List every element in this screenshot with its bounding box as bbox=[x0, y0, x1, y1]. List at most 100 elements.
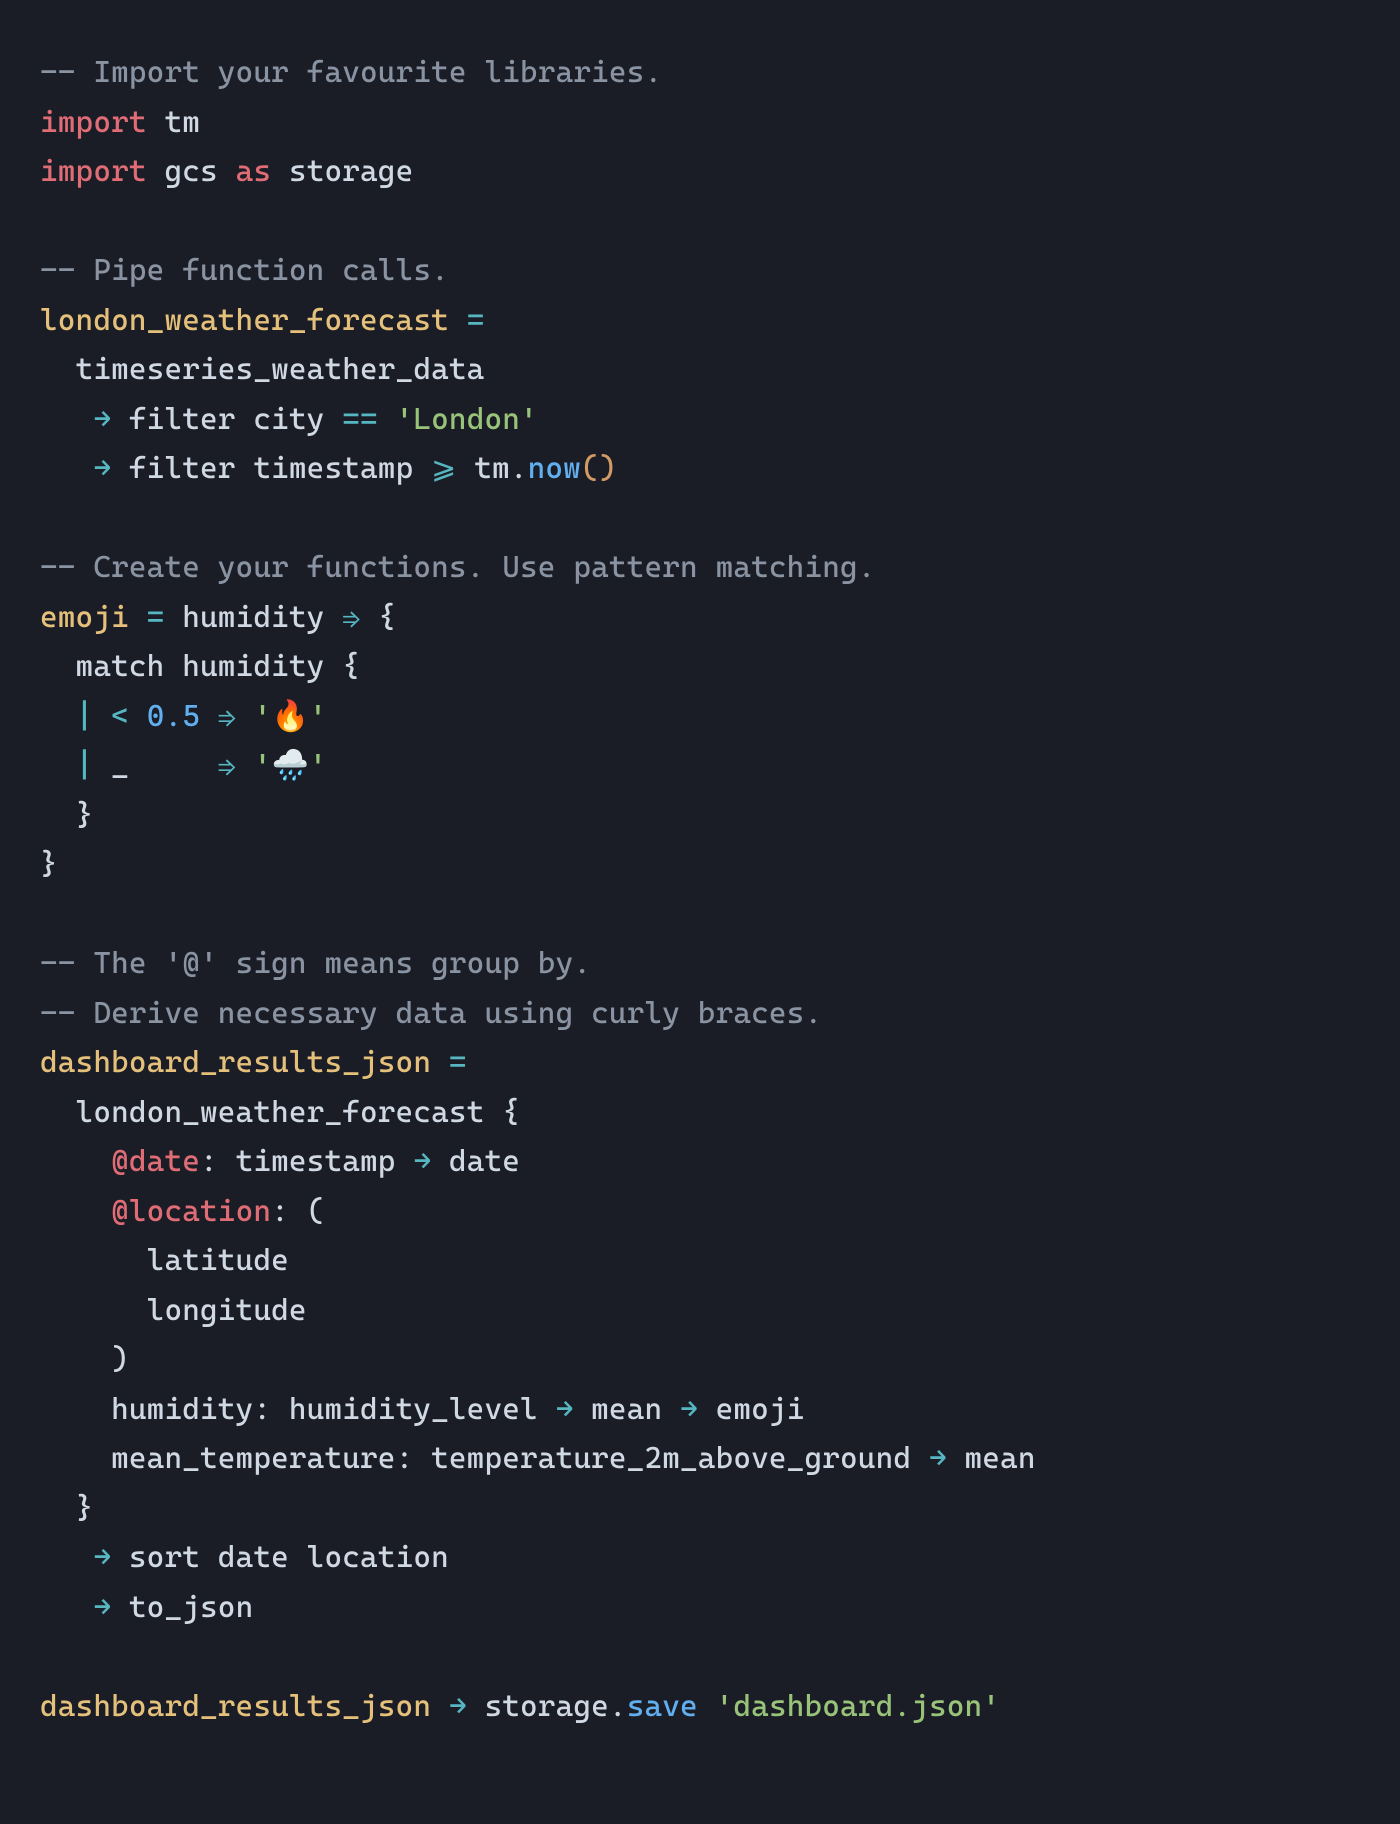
code-token: 'London' bbox=[396, 402, 538, 437]
code-token: } bbox=[40, 847, 58, 882]
code-token bbox=[360, 600, 378, 635]
code-token bbox=[431, 1045, 449, 1080]
code-token: { bbox=[342, 649, 360, 684]
code-token: timestamp bbox=[218, 1144, 414, 1179]
code-token: tm bbox=[164, 105, 200, 140]
code-token: 0.5 bbox=[147, 699, 200, 734]
code-token: . bbox=[609, 1689, 627, 1724]
code-token bbox=[40, 1590, 93, 1625]
code-token: storage bbox=[289, 154, 413, 189]
code-token bbox=[40, 1491, 76, 1526]
code-token: @location bbox=[111, 1194, 271, 1229]
code-token: @date bbox=[111, 1144, 200, 1179]
code-token: : bbox=[200, 1144, 218, 1179]
code-token bbox=[93, 699, 111, 734]
code-token: → bbox=[449, 1689, 467, 1724]
code-token: dashboard_results_json bbox=[40, 1689, 431, 1724]
code-token: filter city bbox=[111, 402, 342, 437]
code-token: dashboard_results_json bbox=[40, 1045, 431, 1080]
code-token: { bbox=[378, 600, 396, 635]
code-token: → bbox=[93, 402, 111, 437]
code-token: -- Pipe function calls. bbox=[40, 253, 449, 288]
code-token bbox=[147, 105, 165, 140]
code-token: mean bbox=[947, 1441, 1036, 1476]
code-token bbox=[698, 1689, 716, 1724]
code-token: latitude bbox=[40, 1243, 289, 1278]
code-token bbox=[289, 1194, 307, 1229]
code-token: ( bbox=[307, 1194, 325, 1229]
code-token: mean bbox=[573, 1392, 680, 1427]
code-token: : bbox=[396, 1441, 414, 1476]
code-token bbox=[431, 1689, 449, 1724]
code-token: -- Import your favourite libraries. bbox=[40, 55, 662, 90]
code-token bbox=[40, 402, 93, 437]
code-token: 🌧️ bbox=[272, 748, 310, 783]
code-token: to_json bbox=[111, 1590, 253, 1625]
code-token: storage bbox=[467, 1689, 609, 1724]
code-token bbox=[236, 748, 254, 783]
code-token: longitude bbox=[40, 1293, 307, 1328]
code-token bbox=[40, 451, 93, 486]
code-token bbox=[40, 1342, 111, 1377]
code-token: | bbox=[76, 748, 94, 783]
code-token bbox=[236, 699, 254, 734]
code-token: london_weather_forecast bbox=[40, 303, 449, 338]
code-token: 🔥 bbox=[272, 699, 310, 734]
code-token: ' bbox=[309, 699, 327, 734]
code-token: → bbox=[929, 1441, 947, 1476]
code-token: as bbox=[236, 154, 272, 189]
code-token: emoji bbox=[698, 1392, 805, 1427]
code-token: → bbox=[556, 1392, 574, 1427]
code-token: timeseries_weather_data bbox=[40, 352, 484, 387]
code-token bbox=[271, 154, 289, 189]
code-token: ' bbox=[309, 748, 327, 783]
code-token: -- Derive necessary data using curly bra… bbox=[40, 996, 822, 1031]
code-token: : bbox=[253, 1392, 271, 1427]
code-token: ⇒ bbox=[218, 748, 236, 783]
code-token bbox=[40, 1540, 93, 1575]
code-token: humidity bbox=[164, 600, 342, 635]
code-token: { bbox=[502, 1095, 520, 1130]
code-token bbox=[40, 699, 76, 734]
code-token: emoji bbox=[40, 600, 129, 635]
code-token: now bbox=[528, 451, 581, 486]
code-token: () bbox=[581, 451, 617, 486]
code-token: = bbox=[449, 1045, 467, 1080]
code-token: ⩾ bbox=[431, 451, 456, 486]
code-token: = bbox=[467, 303, 485, 338]
code-token: } bbox=[76, 798, 94, 833]
code-token: -- The '@' sign means group by. bbox=[40, 946, 591, 981]
code-token: → bbox=[93, 451, 111, 486]
code-token: == bbox=[342, 402, 378, 437]
code-token: sort date location bbox=[111, 1540, 449, 1575]
code-token: import bbox=[40, 154, 147, 189]
code-token bbox=[40, 1144, 111, 1179]
code-token: mean_temperature bbox=[40, 1441, 396, 1476]
code-token: ' bbox=[254, 699, 272, 734]
code-token: . bbox=[510, 451, 528, 486]
code-block: -- Import your favourite libraries. impo… bbox=[0, 0, 1400, 1779]
code-token: → bbox=[680, 1392, 698, 1427]
code-token: -- Create your functions. Use pattern ma… bbox=[40, 550, 876, 585]
code-token: temperature_2m_above_ground bbox=[413, 1441, 929, 1476]
code-token: ' bbox=[254, 748, 272, 783]
code-token: ⇒ bbox=[342, 600, 360, 635]
code-token: humidity_level bbox=[271, 1392, 555, 1427]
code-token: filter timestamp bbox=[111, 451, 431, 486]
code-token: → bbox=[93, 1590, 111, 1625]
code-token bbox=[40, 1194, 111, 1229]
code-token: = bbox=[147, 600, 165, 635]
code-token: : bbox=[271, 1194, 289, 1229]
code-token: date bbox=[431, 1144, 520, 1179]
code-token: 'dashboard.json' bbox=[716, 1689, 1000, 1724]
code-token: ⇒ bbox=[218, 699, 236, 734]
code-token: import bbox=[40, 105, 147, 140]
code-token bbox=[200, 699, 218, 734]
code-token: humidity bbox=[40, 1392, 253, 1427]
code-token: gcs bbox=[164, 154, 217, 189]
code-token bbox=[449, 303, 467, 338]
code-token bbox=[40, 798, 76, 833]
code-token: london_weather_forecast bbox=[40, 1095, 502, 1130]
code-token bbox=[147, 154, 165, 189]
code-token bbox=[129, 699, 147, 734]
